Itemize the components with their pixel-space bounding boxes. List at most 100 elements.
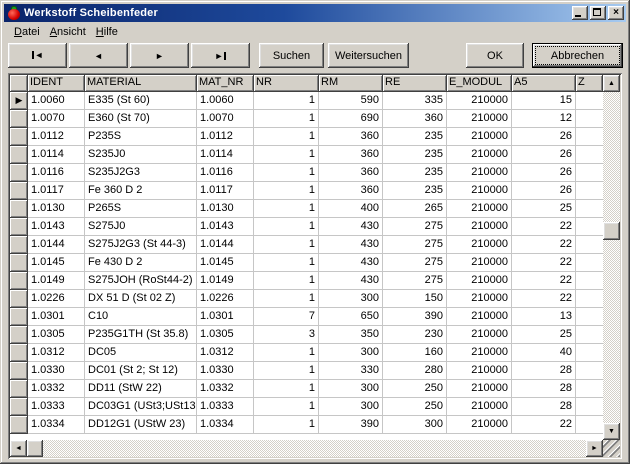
cell-material[interactable]: Fe 430 D 2	[85, 254, 197, 272]
nav-last-button[interactable]: ►	[191, 43, 250, 68]
cell-mat-nr[interactable]: 1.0226	[197, 290, 254, 308]
cell-material[interactable]: P265S	[85, 200, 197, 218]
search-button[interactable]: Suchen	[259, 43, 324, 68]
cell-nr[interactable]: 1	[254, 272, 319, 290]
row-selector[interactable]	[10, 254, 28, 272]
cell-rm[interactable]: 400	[319, 200, 383, 218]
cell-ident[interactable]: 1.0312	[28, 344, 85, 362]
cell-mat-nr[interactable]: 1.0112	[197, 128, 254, 146]
table-row[interactable]: 1.0114 S235J0 1.0114 1 360 235 210000 26	[10, 146, 603, 164]
header-re[interactable]: RE	[383, 75, 447, 92]
header-z[interactable]: Z	[576, 75, 603, 92]
cell-rm[interactable]: 360	[319, 128, 383, 146]
cell-mat-nr[interactable]: 1.0332	[197, 380, 254, 398]
cell-a5[interactable]: 15	[512, 92, 576, 110]
cell-re[interactable]: 235	[383, 146, 447, 164]
cell-material[interactable]: P235S	[85, 128, 197, 146]
cell-material[interactable]: S275J0	[85, 218, 197, 236]
table-row[interactable]: 1.0332 DD11 (StW 22) 1.0332 1 300 250 21…	[10, 380, 603, 398]
cell-rm[interactable]: 430	[319, 218, 383, 236]
cell-nr[interactable]: 1	[254, 92, 319, 110]
cell-nr[interactable]: 1	[254, 380, 319, 398]
cell-rm[interactable]: 350	[319, 326, 383, 344]
cell-a5[interactable]: 28	[512, 362, 576, 380]
cell-mat-nr[interactable]: 1.0334	[197, 416, 254, 434]
vertical-scrollbar-track[interactable]	[603, 92, 620, 423]
vertical-scrollbar[interactable]: ▲ ▼	[603, 75, 620, 440]
maximize-button[interactable]	[590, 6, 606, 20]
cell-ident[interactable]: 1.0143	[28, 218, 85, 236]
cell-z[interactable]	[576, 308, 603, 326]
cell-ident[interactable]: 1.0334	[28, 416, 85, 434]
cell-ident[interactable]: 1.0149	[28, 272, 85, 290]
cell-mat-nr[interactable]: 1.0116	[197, 164, 254, 182]
cell-re[interactable]: 275	[383, 236, 447, 254]
scroll-down-button[interactable]: ▼	[603, 423, 620, 440]
cell-rm[interactable]: 300	[319, 398, 383, 416]
cell-material[interactable]: S235J2G3	[85, 164, 197, 182]
cell-a5[interactable]: 28	[512, 380, 576, 398]
row-selector[interactable]	[10, 128, 28, 146]
cell-e-modul[interactable]: 210000	[447, 254, 512, 272]
cell-ident[interactable]: 1.0145	[28, 254, 85, 272]
cell-re[interactable]: 250	[383, 398, 447, 416]
cell-ident[interactable]: 1.0305	[28, 326, 85, 344]
cell-rm[interactable]: 390	[319, 416, 383, 434]
cancel-button[interactable]: Abbrechen	[532, 43, 623, 68]
cell-z[interactable]	[576, 110, 603, 128]
row-selector[interactable]	[10, 182, 28, 200]
cell-e-modul[interactable]: 210000	[447, 416, 512, 434]
cell-ident[interactable]: 1.0114	[28, 146, 85, 164]
cell-e-modul[interactable]: 210000	[447, 344, 512, 362]
horizontal-scrollbar-track[interactable]	[27, 440, 586, 457]
table-row[interactable]: 1.0330 DC01 (St 2; St 12) 1.0330 1 330 2…	[10, 362, 603, 380]
table-row[interactable]: 1.0112 P235S 1.0112 1 360 235 210000 26	[10, 128, 603, 146]
row-selector[interactable]	[10, 110, 28, 128]
cell-ident[interactable]: 1.0060	[28, 92, 85, 110]
cell-nr[interactable]: 1	[254, 362, 319, 380]
cell-z[interactable]	[576, 362, 603, 380]
cell-a5[interactable]: 22	[512, 290, 576, 308]
header-material[interactable]: MATERIAL	[85, 75, 197, 92]
cell-re[interactable]: 360	[383, 110, 447, 128]
app-icon[interactable]	[7, 6, 21, 20]
cell-z[interactable]	[576, 236, 603, 254]
cell-material[interactable]: DC05	[85, 344, 197, 362]
table-row[interactable]: 1.0226 DX 51 D (St 02 Z) 1.0226 1 300 15…	[10, 290, 603, 308]
cell-e-modul[interactable]: 210000	[447, 398, 512, 416]
resize-grip[interactable]	[603, 440, 620, 457]
table-row[interactable]: 1.0145 Fe 430 D 2 1.0145 1 430 275 21000…	[10, 254, 603, 272]
search-next-button[interactable]: Weitersuchen	[328, 43, 409, 68]
cell-nr[interactable]: 1	[254, 164, 319, 182]
row-selector[interactable]	[10, 200, 28, 218]
cell-z[interactable]	[576, 200, 603, 218]
cell-ident[interactable]: 1.0116	[28, 164, 85, 182]
minimize-button[interactable]	[572, 6, 588, 20]
cell-material[interactable]: S275J2G3 (St 44-3)	[85, 236, 197, 254]
cell-a5[interactable]: 13	[512, 308, 576, 326]
header-mat-nr[interactable]: MAT_NR	[197, 75, 254, 92]
cell-re[interactable]: 235	[383, 164, 447, 182]
menu-ansicht[interactable]: Ansicht	[45, 24, 91, 40]
cell-rm[interactable]: 300	[319, 344, 383, 362]
cell-material[interactable]: E360 (St 70)	[85, 110, 197, 128]
cell-e-modul[interactable]: 210000	[447, 200, 512, 218]
cell-nr[interactable]: 1	[254, 290, 319, 308]
cell-e-modul[interactable]: 210000	[447, 128, 512, 146]
row-selector[interactable]	[10, 164, 28, 182]
row-selector[interactable]: ▶	[10, 92, 28, 110]
horizontal-scrollbar-thumb[interactable]	[27, 440, 43, 457]
cell-e-modul[interactable]: 210000	[447, 236, 512, 254]
cell-material[interactable]: S275JOH (RoSt44-2)	[85, 272, 197, 290]
cell-rm[interactable]: 650	[319, 308, 383, 326]
cell-z[interactable]	[576, 272, 603, 290]
cell-e-modul[interactable]: 210000	[447, 92, 512, 110]
row-selector[interactable]	[10, 272, 28, 290]
cell-ident[interactable]: 1.0144	[28, 236, 85, 254]
cell-mat-nr[interactable]: 1.0130	[197, 200, 254, 218]
cell-ident[interactable]: 1.0070	[28, 110, 85, 128]
row-selector[interactable]	[10, 362, 28, 380]
scroll-up-button[interactable]: ▲	[603, 75, 620, 92]
table-row[interactable]: 1.0117 Fe 360 D 2 1.0117 1 360 235 21000…	[10, 182, 603, 200]
cell-mat-nr[interactable]: 1.0333	[197, 398, 254, 416]
